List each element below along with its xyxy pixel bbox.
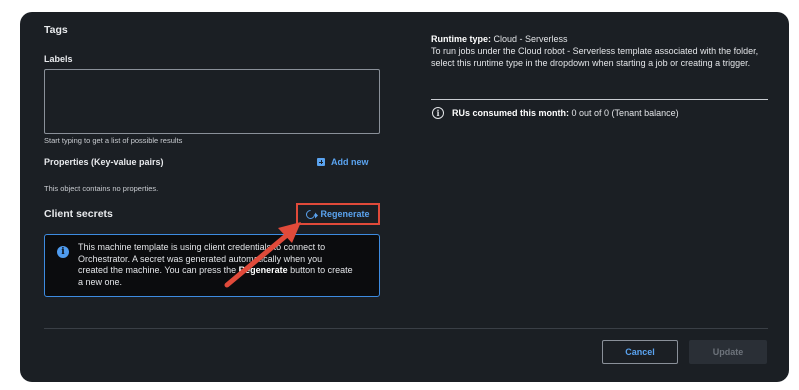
labels-input[interactable]	[44, 69, 380, 134]
footer-divider	[44, 328, 768, 329]
cancel-button[interactable]: Cancel	[602, 340, 678, 364]
client-secrets-title: Client secrets	[44, 208, 113, 220]
runtime-divider	[431, 99, 768, 100]
runtime-description: To run jobs under the Cloud robot - Serv…	[431, 46, 759, 68]
arrow-annotation	[224, 222, 301, 288]
add-new-label: Add new	[331, 157, 369, 167]
client-secret-info-box: i This machine template is using client …	[44, 234, 380, 297]
update-button[interactable]: Update	[689, 340, 767, 364]
rus-label: RUs consumed this month:	[452, 108, 570, 118]
runtime-type-value: Cloud - Serverless	[493, 34, 568, 44]
runtime-type-line: Runtime type: Cloud - Serverless	[431, 33, 771, 45]
properties-title: Properties (Key-value pairs)	[44, 157, 164, 167]
runtime-info: Runtime type: Cloud - Serverless To run …	[431, 33, 771, 69]
regenerate-label: Regenerate	[320, 209, 370, 219]
rus-consumed: RUs consumed this month: 0 out of 0 (Ten…	[452, 107, 679, 119]
add-new-button[interactable]: Add new	[317, 157, 369, 167]
labels-hint: Start typing to get a list of possible r…	[44, 136, 183, 145]
labels-title: Labels	[44, 54, 73, 64]
tags-title: Tags	[44, 24, 68, 36]
regenerate-button[interactable]: Regenerate	[296, 203, 380, 225]
machine-template-panel: Tags Labels Start typing to get a list o…	[20, 12, 789, 382]
properties-empty-text: This object contains no properties.	[44, 184, 159, 193]
info-circle-icon: i	[432, 107, 444, 119]
info-icon: i	[57, 246, 69, 258]
add-box-icon	[317, 158, 325, 166]
runtime-type-label: Runtime type:	[431, 34, 492, 44]
refresh-icon	[304, 207, 318, 221]
rus-value: 0 out of 0 (Tenant balance)	[571, 108, 679, 118]
